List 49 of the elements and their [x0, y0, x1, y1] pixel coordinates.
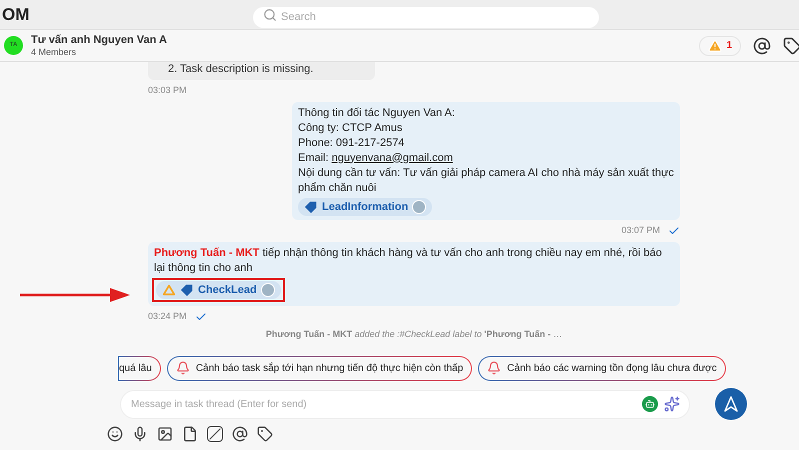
- mention-icon[interactable]: [753, 36, 771, 54]
- message-text: Thông tin đối tác Nguyen Van A:: [298, 106, 456, 120]
- tag-icon: [180, 282, 194, 297]
- file-icon[interactable]: [182, 426, 198, 442]
- sent-check-icon: [194, 310, 207, 323]
- bell-icon: [176, 361, 190, 375]
- tag-icon: [304, 200, 318, 214]
- alert-badge[interactable]: 1: [699, 36, 741, 56]
- message-input[interactable]: Message in task thread (Enter for send): [120, 390, 690, 418]
- suggestion-chip[interactable]: quá lâu: [118, 356, 161, 380]
- message-time: 03:03 PM: [148, 84, 187, 97]
- suggestion-chip[interactable]: Cảnh báo task sắp tới hạn nhưng tiến độ thực hiện còn thấp: [166, 356, 472, 380]
- email-link[interactable]: nguyenvana@gmail.com: [332, 152, 453, 164]
- mention-icon[interactable]: [232, 426, 248, 442]
- avatar-icon: [260, 282, 275, 297]
- send-button[interactable]: [715, 388, 747, 420]
- suggestion-chip[interactable]: Cảnh báo các warning tồn đọng lâu chưa được: [478, 356, 726, 380]
- slash-command-icon[interactable]: [207, 426, 223, 442]
- sparkle-icon[interactable]: [664, 396, 680, 412]
- message-text: Nội dung cần tư vấn: Tư vấn giải pháp camera AI cho nhà máy sản xuất thực phẩm chăn nuôi: [298, 166, 674, 196]
- conversation-title: Tư vấn anh Nguyen Van A: [31, 34, 167, 46]
- sent-check-icon: [668, 224, 680, 237]
- tag-label: CheckLead: [198, 282, 257, 298]
- warning-icon: [708, 38, 722, 52]
- microphone-icon[interactable]: [132, 426, 148, 442]
- image-icon[interactable]: [157, 426, 173, 442]
- system-note: Phương Tuấn - MKT added the :#CheckLead label to 'Phương Tuấn - …: [264, 328, 564, 341]
- message-text: 2. Task description is missing.: [167, 62, 314, 76]
- label-chip[interactable]: LeadInformation: [298, 198, 432, 216]
- message-text: Phone: 091-217-2574: [298, 136, 406, 150]
- message-time: 03:24 PM: [148, 310, 187, 323]
- search-icon: [263, 8, 277, 22]
- bell-icon: [487, 361, 502, 375]
- member-count: 4 Members: [31, 48, 78, 56]
- tag-icon[interactable]: [783, 36, 799, 54]
- tag-label: LeadInformation: [322, 200, 408, 214]
- tag-icon[interactable]: [257, 426, 273, 442]
- search-field[interactable]: Search: [253, 6, 599, 28]
- app-title: OM: [1, 4, 30, 26]
- avatar-icon: [412, 200, 426, 214]
- pending-icon: [162, 282, 176, 297]
- message-time: 03:07 PM: [621, 224, 660, 237]
- emoji-icon[interactable]: [107, 426, 123, 442]
- alert-count: 1: [726, 39, 732, 53]
- message-text: Phương Tuấn - MKT tiếp nhận thông tin khách hàng và tư vấn cho anh trong chiều nay em nhé, rồi báo lại thông tin cho anh: [154, 246, 663, 276]
- message-text: Email:: [298, 152, 329, 164]
- message-text: Công ty: CTCP Amus: [298, 120, 404, 136]
- send-icon: [723, 396, 739, 412]
- label-chip[interactable]: CheckLead: [156, 280, 281, 299]
